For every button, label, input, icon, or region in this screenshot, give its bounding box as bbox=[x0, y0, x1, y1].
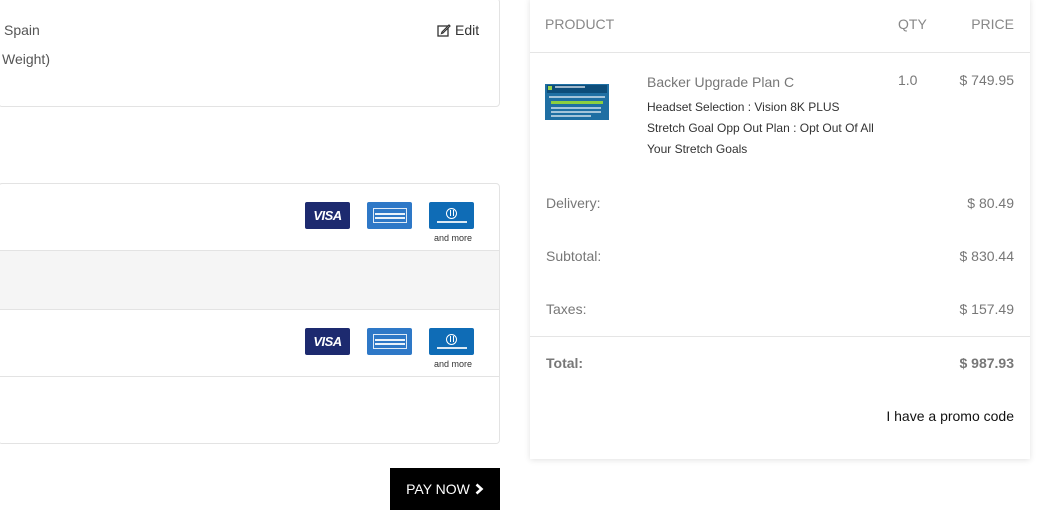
visa-card-icon: VISA bbox=[305, 328, 350, 355]
promo-code-link[interactable]: I have a promo code bbox=[886, 408, 1014, 424]
shipping-method-text: Weight) bbox=[2, 51, 50, 67]
order-summary: PRODUCT QTY PRICE Backer Upgrade Plan C … bbox=[530, 0, 1030, 459]
accepted-cards: VISA bbox=[305, 328, 474, 355]
pay-now-button[interactable]: PAY NOW bbox=[390, 468, 500, 510]
and-more-label: and more bbox=[433, 359, 472, 369]
product-column-header: PRODUCT bbox=[545, 16, 615, 32]
total-divider bbox=[530, 336, 1030, 337]
chevron-right-icon bbox=[475, 483, 484, 495]
diners-club-card-icon bbox=[429, 202, 474, 229]
taxes-value: $ 157.49 bbox=[959, 301, 1015, 317]
delivery-label: Delivery: bbox=[546, 195, 601, 211]
pay-now-label: PAY NOW bbox=[406, 481, 470, 497]
delivery-value: $ 80.49 bbox=[967, 195, 1014, 211]
product-price: $ 749.95 bbox=[959, 72, 1015, 88]
payment-option-2-panel bbox=[0, 377, 499, 443]
shipping-address-text: Spain bbox=[4, 22, 40, 38]
qty-column-header: QTY bbox=[898, 16, 927, 32]
header-divider bbox=[530, 52, 1030, 53]
amex-card-icon bbox=[367, 328, 412, 355]
visa-card-icon: VISA bbox=[305, 202, 350, 229]
product-name: Backer Upgrade Plan C bbox=[647, 74, 795, 90]
product-thumbnail bbox=[545, 84, 609, 120]
total-value: $ 987.93 bbox=[959, 355, 1015, 371]
product-option: Stretch Goal Opp Out Plan : Opt Out Of A… bbox=[647, 121, 874, 156]
subtotal-label: Subtotal: bbox=[546, 248, 602, 264]
product-option: Headset Selection : Vision 8K PLUS bbox=[647, 100, 840, 114]
payment-option-1-panel bbox=[0, 251, 499, 310]
shipping-address-box: Spain Weight) Edit bbox=[0, 0, 500, 107]
total-label: Total: bbox=[546, 355, 584, 371]
product-qty: 1.0 bbox=[898, 72, 918, 88]
taxes-label: Taxes: bbox=[546, 301, 587, 317]
price-column-header: PRICE bbox=[971, 16, 1014, 32]
payment-option-2[interactable]: VISA and more bbox=[0, 310, 499, 377]
edit-icon bbox=[437, 24, 451, 37]
accepted-cards: VISA bbox=[305, 202, 474, 229]
diners-club-card-icon bbox=[429, 328, 474, 355]
amex-card-icon bbox=[367, 202, 412, 229]
payment-methods-box: VISA and more VISA and more bbox=[0, 183, 500, 444]
edit-shipping-link[interactable]: Edit bbox=[437, 22, 479, 38]
edit-label: Edit bbox=[455, 22, 480, 38]
and-more-label: and more bbox=[433, 233, 472, 243]
subtotal-value: $ 830.44 bbox=[959, 248, 1015, 264]
payment-option-1[interactable]: VISA and more bbox=[0, 184, 499, 251]
